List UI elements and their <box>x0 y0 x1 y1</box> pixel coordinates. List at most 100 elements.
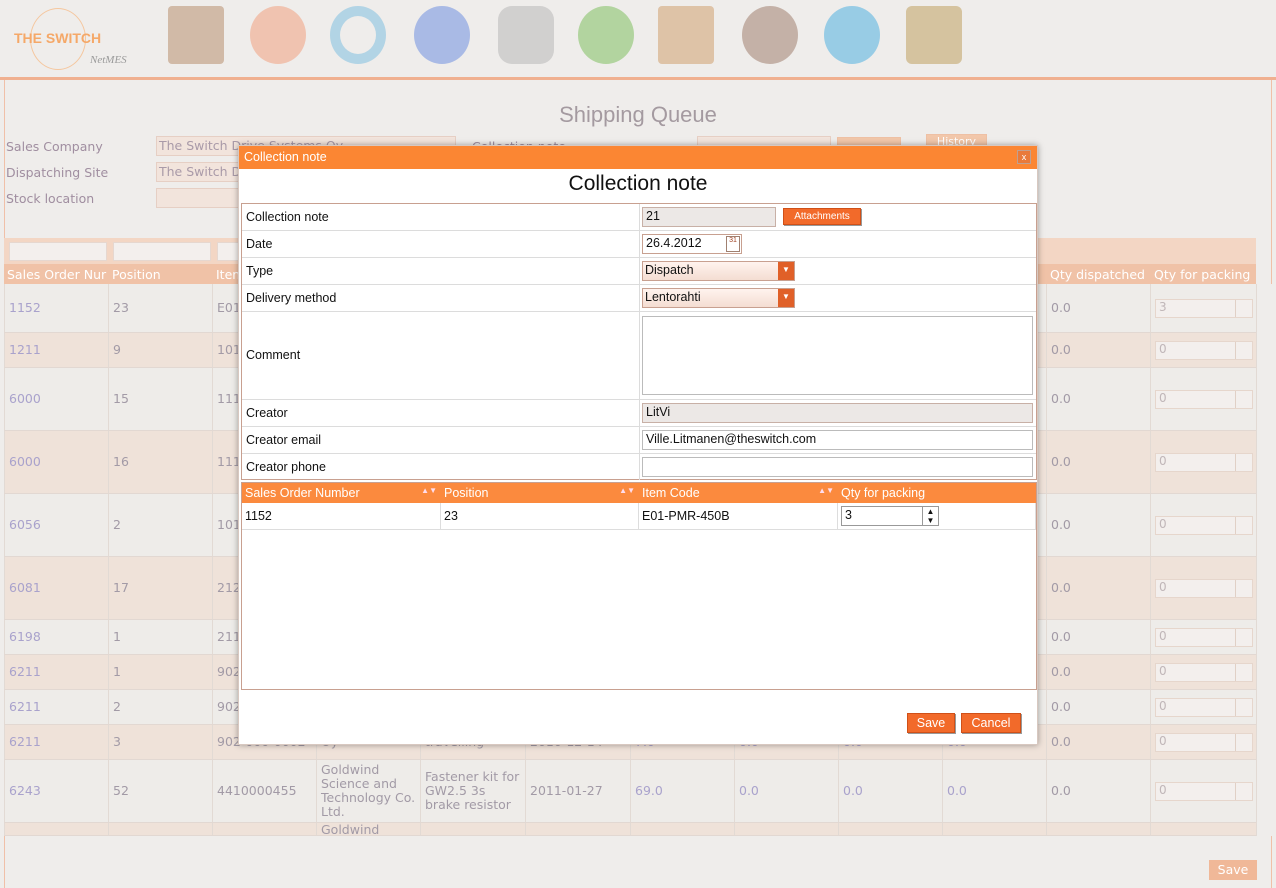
cell-desc: Fastener kit for GW2.5 3s brake resistor <box>420 760 524 822</box>
sort-icon: ▲▼ <box>421 486 437 495</box>
cell-pos: 1 <box>108 620 212 654</box>
chevron-down-icon: ▼ <box>778 289 794 307</box>
cell-qd: 0.0 <box>1046 494 1150 556</box>
cell-qd: 0.0 <box>1046 368 1150 430</box>
stepper-arrows-icon[interactable]: ▲ ▼ <box>922 507 938 525</box>
column-qty-packing[interactable]: Qty for packing <box>1154 267 1250 282</box>
attachments-button[interactable]: Attachments <box>783 208 861 225</box>
save-button[interactable]: Save <box>907 713 955 733</box>
cell-so: 6211 <box>4 690 108 724</box>
cell-pos: 23 <box>108 284 212 332</box>
column-position[interactable]: Position ▲▼ <box>441 486 639 500</box>
delivery-method-label: Delivery method <box>246 291 337 305</box>
cell-q4: 0.0 <box>942 760 1046 822</box>
creator-phone-label: Creator phone <box>246 460 326 474</box>
add-icon[interactable] <box>578 6 634 64</box>
qty-value: 3 <box>845 508 852 522</box>
info-icon[interactable] <box>824 6 880 64</box>
cell-pos: 3 <box>108 725 212 759</box>
column-sales-order[interactable]: Sales Order Nur <box>7 267 107 282</box>
cell-qd: 0.0 <box>1046 284 1150 332</box>
column-label: Sales Order Number <box>245 486 360 500</box>
collection-note-label: Collection note <box>246 210 329 224</box>
qty-for-packing-stepper[interactable]: 0 <box>1155 697 1253 717</box>
close-icon[interactable]: x <box>1017 150 1031 164</box>
sort-icon: ▲▼ <box>619 486 635 495</box>
cell-so: 6211 <box>4 655 108 689</box>
column-qty-for-packing[interactable]: Qty for packing <box>838 486 1036 500</box>
filter-input[interactable] <box>9 242 107 261</box>
qty-for-packing-stepper[interactable]: 0 <box>1155 340 1253 360</box>
lines-header: Sales Order Number ▲▼ Position ▲▼ Item Cod… <box>242 483 1036 503</box>
qty-for-packing-stepper[interactable]: 0 <box>1155 389 1253 409</box>
cell-pos: 15 <box>108 368 212 430</box>
qty-for-packing-stepper[interactable]: 0 <box>1155 515 1253 535</box>
cell-qd: 0.0 <box>1046 655 1150 689</box>
dialog-titlebar[interactable]: Collection note x <box>239 146 1037 169</box>
table-scrollbar[interactable] <box>1256 284 1272 836</box>
cell-pos: 1 <box>108 655 212 689</box>
qty-for-packing-stepper[interactable]: 3 ▲ ▼ <box>841 506 939 526</box>
qty-for-packing-stepper[interactable]: 0 <box>1155 578 1253 598</box>
delivery-method-select[interactable]: Lentorahti ▼ <box>642 288 795 308</box>
dispatching-site-label: Dispatching Site <box>6 165 109 180</box>
stock-location-label: Stock location <box>6 191 95 206</box>
cell-q1 <box>630 823 734 835</box>
cell-pos <box>108 823 212 835</box>
cell-pos: 52 <box>108 760 212 822</box>
table-row[interactable]: Goldwind <box>4 823 1256 837</box>
cell-so: 6000 <box>4 368 108 430</box>
qty-for-packing-stepper[interactable]: 0 <box>1155 781 1253 801</box>
sales-company-label: Sales Company <box>6 139 103 154</box>
logo[interactable]: THE SWITCH NetMES <box>10 8 140 72</box>
cell-desc <box>420 823 524 835</box>
cell-qp: 3 <box>1150 284 1256 332</box>
column-label: Item Code <box>642 486 700 500</box>
page-save-button[interactable]: Save <box>1209 860 1257 880</box>
pinwheel-icon[interactable] <box>250 6 306 64</box>
table-row[interactable]: 6243 52 4410000455 Goldwind Science and Tec… <box>4 760 1256 823</box>
home-icon[interactable] <box>168 6 224 64</box>
chart-icon[interactable] <box>658 6 714 64</box>
cancel-button[interactable]: Cancel <box>961 713 1021 733</box>
column-item-code[interactable]: Item Code ▲▼ <box>639 486 838 500</box>
date-input[interactable]: 26.4.2012 31 <box>642 234 742 254</box>
lock-icon[interactable] <box>906 6 962 64</box>
cell-so: 6243 <box>4 760 108 822</box>
comment-textarea[interactable] <box>642 316 1033 395</box>
cell-item: 4410000455 <box>212 760 316 822</box>
delivery-method-value: Lentorahti <box>645 290 701 304</box>
globe-icon[interactable] <box>414 6 470 64</box>
qty-for-packing-stepper[interactable]: 0 <box>1155 732 1253 752</box>
cell-so: 6081 <box>4 557 108 619</box>
database-icon[interactable] <box>498 6 554 64</box>
qty-for-packing-stepper[interactable]: 0 <box>1155 452 1253 472</box>
creator-input[interactable]: LitVi <box>642 403 1033 423</box>
sort-icon: ▲▼ <box>818 486 834 495</box>
cell-qp: 0 <box>1150 760 1256 822</box>
type-label: Type <box>246 264 274 278</box>
cycle-icon[interactable] <box>330 6 386 64</box>
cell-qd: 0.0 <box>1046 431 1150 493</box>
qty-for-packing-stepper[interactable]: 0 <box>1155 627 1253 647</box>
column-position[interactable]: Position <box>112 267 161 282</box>
creator-phone-input[interactable] <box>642 457 1033 477</box>
creator-email-input[interactable]: Ville.Litmanen@theswitch.com <box>642 430 1033 450</box>
qty-for-packing-stepper[interactable]: 0 <box>1155 662 1253 682</box>
cell-customer: Goldwind Science and Technology Co. Ltd. <box>316 760 420 822</box>
cell-q3 <box>838 823 942 835</box>
column-sales-order-number[interactable]: Sales Order Number ▲▼ <box>242 486 441 500</box>
collection-note-form: Collection note 21 Attachments Date 26.4… <box>241 203 1037 480</box>
qty-for-packing-stepper[interactable]: 3 <box>1155 298 1253 318</box>
cell-q3: 0.0 <box>838 760 942 822</box>
type-select[interactable]: Dispatch ▼ <box>642 261 795 281</box>
users-icon[interactable] <box>742 6 798 64</box>
date-label: Date <box>246 237 273 251</box>
collection-note-input[interactable]: 21 <box>642 207 776 227</box>
cell-q4 <box>942 823 1046 835</box>
filter-input[interactable] <box>113 242 211 261</box>
column-qty-dispatched[interactable]: Qty dispatched <box>1050 267 1145 282</box>
calendar-icon[interactable]: 31 <box>726 236 740 252</box>
cell-qd: 0.0 <box>1046 690 1150 724</box>
type-value: Dispatch <box>645 263 694 277</box>
